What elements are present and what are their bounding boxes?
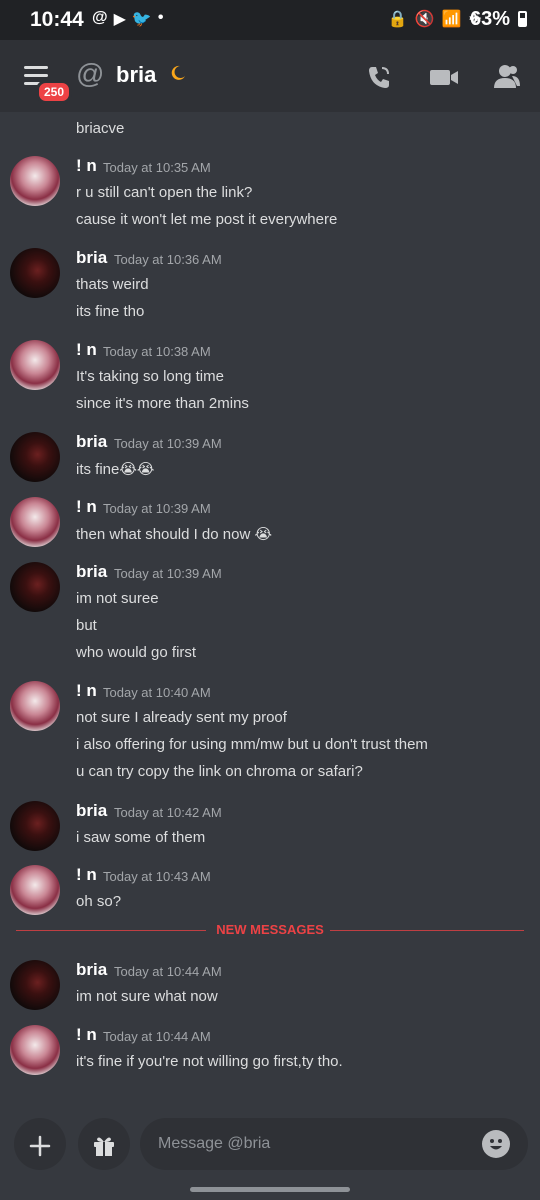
message-text: It's taking so long time [76,368,224,385]
message-text: im not sure what now [76,988,218,1005]
message-timestamp: Today at 10:39 AM [114,566,222,581]
message-author[interactable]: bria [76,562,107,582]
message-input[interactable] [140,1118,528,1170]
message-author[interactable]: ! n [76,340,97,360]
message-text: r u still can't open the link? [76,184,253,201]
lock-icon: 🔒 [387,11,408,28]
message-text: since it's more than 2mins [76,395,249,412]
avatar[interactable] [10,340,60,390]
members-icon[interactable] [492,62,522,92]
message-timestamp: Today at 10:38 AM [103,344,211,359]
unread-badge: 250 [36,80,73,104]
message-author[interactable]: bria [76,432,107,452]
message-timestamp: Today at 10:44 AM [103,1029,211,1044]
message-timestamp: Today at 10:44 AM [114,964,222,979]
message-author[interactable]: ! n [76,865,97,885]
message-text: who would go first [76,644,197,661]
message-list[interactable]: briacve ! n Today at 10:35 AM r u still … [0,112,540,1112]
message-text: cause it won't let me post it everywhere [76,211,338,228]
message-text: not sure I already sent my proof [76,709,287,726]
at-icon: @ [76,58,105,89]
message-text: its fine😭😭 [76,461,155,478]
dot-icon: • [157,9,164,26]
avatar[interactable] [10,562,60,612]
play-icon: ▶ [113,11,126,28]
video-call-icon[interactable] [428,62,458,92]
new-messages-divider-right [330,930,524,931]
message-timestamp: Today at 10:39 AM [103,501,211,516]
message-text: then what should I do now 😭 [76,526,272,543]
message-timestamp: Today at 10:40 AM [103,685,211,700]
emoji-icon[interactable] [482,1130,510,1158]
message-text: u can try copy the link on chroma or saf… [76,763,363,780]
wifi-icon: 📶 [441,11,462,28]
message-text: its fine tho [76,303,145,320]
message-timestamp: Today at 10:35 AM [103,160,211,175]
avatar[interactable] [10,248,60,298]
message-author[interactable]: ! n [76,156,97,176]
twitter-icon: 🐦 [131,11,152,28]
gift-button[interactable] [78,1118,130,1170]
partial-message-line: briacve [76,120,125,137]
avatar[interactable] [10,801,60,851]
notification-icon: @ [92,9,108,26]
status-notification-icons: @ ▶ 🐦 • [92,9,163,29]
message-author[interactable]: bria [76,960,107,980]
message-timestamp: Today at 10:39 AM [114,436,222,451]
new-messages-label: NEW MESSAGES [216,922,324,937]
message-author[interactable]: bria [76,801,107,821]
channel-title[interactable]: bria [116,62,156,88]
mute-icon: 🔇 [414,11,435,28]
message-text: im not suree [76,590,159,607]
message-timestamp: Today at 10:43 AM [103,869,211,884]
message-author[interactable]: bria [76,248,107,268]
message-author[interactable]: ! n [76,1025,97,1045]
avatar[interactable] [10,497,60,547]
voice-call-icon[interactable] [364,62,394,92]
message-timestamp: Today at 10:42 AM [114,805,222,820]
status-bar: 10:44 @ ▶ 🐦 • 🔒 🔇 📶 ✈ 63% [0,0,540,40]
avatar[interactable] [10,960,60,1010]
avatar[interactable] [10,865,60,915]
message-text: it's fine if you're not willing go first… [76,1053,343,1070]
status-time: 10:44 [30,8,84,31]
message-author[interactable]: ! n [76,681,97,701]
home-indicator[interactable] [190,1187,350,1192]
message-text: oh so? [76,893,122,910]
message-timestamp: Today at 10:36 AM [114,252,222,267]
message-text: i saw some of them [76,829,206,846]
idle-moon-icon [170,65,186,86]
avatar[interactable] [10,156,60,206]
avatar[interactable] [10,1025,60,1075]
new-messages-divider-left [16,930,206,931]
dm-header: 250 @ bria [0,40,540,112]
message-author[interactable]: ! n [76,497,97,517]
message-text: thats weird [76,276,149,293]
add-attachment-button[interactable] [14,1118,66,1170]
avatar[interactable] [10,681,60,731]
avatar[interactable] [10,432,60,482]
message-text: but [76,617,97,634]
message-text: i also offering for using mm/mw but u do… [76,736,428,753]
battery-icon [518,11,527,27]
battery-percent: 63% [469,8,510,30]
status-system-icons: 🔒 🔇 📶 ✈ [388,9,482,29]
